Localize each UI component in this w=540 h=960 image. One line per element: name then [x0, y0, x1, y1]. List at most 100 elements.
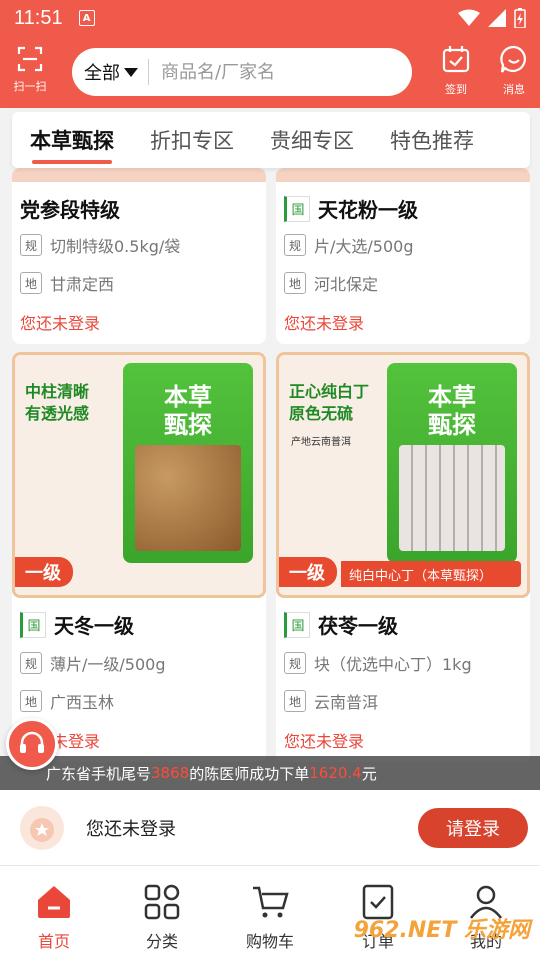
search-input[interactable] [161, 61, 381, 83]
ticker-phone: 3868 [151, 764, 190, 782]
origin-tag: 地 [284, 690, 306, 712]
scan-button[interactable]: 扫一扫 [8, 46, 52, 94]
bag-window [399, 445, 505, 551]
product-spec: 切制特级0.5kg/袋 [50, 237, 181, 256]
login-required-note: 您还未登录 [284, 732, 365, 751]
nav-cart-label: 购物车 [245, 932, 294, 951]
product-title: 天冬一级 [54, 614, 134, 638]
product-spec: 块（优选中心丁）1kg [314, 655, 472, 674]
product-origin-row: 地广西玉林 [20, 688, 114, 714]
nav-category[interactable]: 分类 [108, 866, 216, 960]
chat-icon [500, 45, 526, 73]
bag-brand: 本草 甄探 [164, 382, 212, 439]
cart-icon [253, 886, 289, 918]
product-spec-row: 规片/大选/500g [284, 232, 413, 258]
watermark-logo: 962.NET 乐游网 [353, 918, 530, 943]
origin-tag: 地 [20, 690, 42, 712]
nav-home[interactable]: 首页 [0, 866, 108, 960]
product-card[interactable]: 正心纯白丁 原色无硫 产地云南普洱 本草 甄探 一级 纯白中心丁（本草甄探） 国茯… [276, 352, 530, 762]
home-icon [38, 886, 70, 918]
product-origin: 广西玉林 [50, 693, 115, 712]
product-title: 茯苓一级 [318, 614, 398, 638]
wifi-icon [458, 9, 480, 26]
product-image-edge [276, 168, 530, 182]
status-bar: 11:51 A [0, 0, 540, 36]
product-spec: 薄片/一级/500g [50, 655, 166, 674]
category-tabs: 本草甄探 折扣专区 贵细专区 特色推荐 [12, 112, 530, 168]
product-title-row: 国天冬一级 [20, 610, 134, 639]
login-prompt-text: 您还未登录 [86, 818, 176, 840]
scan-label: 扫一扫 [13, 80, 47, 93]
caret-down-icon [124, 67, 138, 77]
product-card[interactable]: 国天花粉一级 规片/大选/500g 地河北保定 您还未登录 [276, 168, 530, 344]
product-spec: 片/大选/500g [314, 237, 414, 256]
customer-service-button[interactable] [6, 718, 58, 770]
calendar-check-icon [442, 46, 470, 73]
product-origin: 河北保定 [314, 275, 379, 294]
tab-bencao[interactable]: 本草甄探 [12, 112, 132, 168]
battery-icon [514, 8, 526, 28]
message-label: 消息 [503, 83, 525, 96]
nav-cart[interactable]: 购物车 [216, 866, 324, 960]
product-title-row: 国茯苓一级 [284, 610, 398, 639]
product-origin: 云南普洱 [314, 693, 379, 712]
national-badge: 国 [20, 611, 46, 638]
login-prompt-bar: 您还未登录 请登录 [0, 790, 540, 866]
product-title: 党参段特级 [20, 198, 120, 222]
product-origin-row: 地河北保定 [284, 270, 378, 296]
tab-precious[interactable]: 贵细专区 [252, 112, 372, 168]
spec-tag: 规 [284, 234, 306, 256]
login-button[interactable]: 请登录 [418, 808, 528, 848]
product-image-edge [12, 168, 266, 182]
category-label: 全部 [84, 63, 120, 84]
nav-home-label: 首页 [37, 932, 70, 951]
login-required-note: 您还未登录 [284, 314, 365, 333]
product-origin-row: 地甘肃定西 [20, 270, 114, 296]
product-card[interactable]: 中柱清晰 有透光感 本草 甄探 一级 国天冬一级 规薄片/一级/500g 地广西玉… [12, 352, 266, 762]
bag-brand: 本草 甄探 [428, 382, 476, 439]
checkin-button[interactable]: 签到 [434, 44, 478, 97]
status-time: 11:51 [14, 6, 63, 29]
message-button[interactable]: 消息 [492, 44, 536, 97]
image-slogan: 中柱清晰 有透光感 [25, 382, 90, 423]
product-card[interactable]: 党参段特级 规切制特级0.5kg/袋 地甘肃定西 您还未登录 [12, 168, 266, 344]
ticker-prefix: 广东省手机尾号 [46, 764, 152, 783]
image-ribbon: 纯白中心丁（本草甄探） [341, 561, 521, 587]
ticker-middle: 的陈医师成功下单 [189, 764, 310, 783]
product-image: 正心纯白丁 原色无硫 产地云南普洱 本草 甄探 一级 纯白中心丁（本草甄探） [276, 352, 530, 598]
product-spec-row: 规切制特级0.5kg/袋 [20, 232, 180, 258]
spec-tag: 规 [20, 234, 42, 256]
grade-badge: 一级 [15, 557, 73, 587]
image-origin-text: 产地云南普洱 [291, 437, 351, 448]
ticker-amount: 1620.4 [309, 764, 362, 782]
product-bag-image: 本草 甄探 [123, 363, 253, 563]
category-dropdown[interactable]: 全部 [84, 59, 138, 85]
national-badge: 国 [284, 195, 310, 222]
search-bar: 全部 [72, 48, 412, 96]
app-notification-icon: A [78, 10, 95, 26]
headset-icon [20, 731, 44, 753]
product-origin-row: 地云南普洱 [284, 688, 378, 714]
checkin-label: 签到 [445, 83, 467, 96]
ticker-suffix: 元 [361, 764, 377, 783]
star-icon [30, 817, 54, 842]
category-icon [144, 884, 180, 920]
signal-icon [488, 9, 506, 27]
spec-tag: 规 [20, 652, 42, 674]
tab-discount[interactable]: 折扣专区 [132, 112, 252, 168]
product-title-row: 国天花粉一级 [284, 194, 418, 223]
login-required-note: 您还未登录 [20, 314, 101, 333]
spec-tag: 规 [284, 652, 306, 674]
product-title: 天花粉一级 [318, 198, 418, 222]
scan-icon [17, 46, 43, 72]
avatar [20, 805, 64, 850]
tab-featured[interactable]: 特色推荐 [372, 112, 492, 168]
national-badge: 国 [284, 611, 310, 638]
grade-badge: 一级 [279, 557, 337, 587]
origin-tag: 地 [20, 272, 42, 294]
product-spec-row: 规薄片/一级/500g [20, 650, 165, 676]
status-icons [458, 8, 526, 28]
top-header: 扫一扫 全部 签到 消息 [0, 36, 540, 108]
product-origin: 甘肃定西 [50, 275, 115, 294]
nav-category-label: 分类 [145, 932, 178, 951]
